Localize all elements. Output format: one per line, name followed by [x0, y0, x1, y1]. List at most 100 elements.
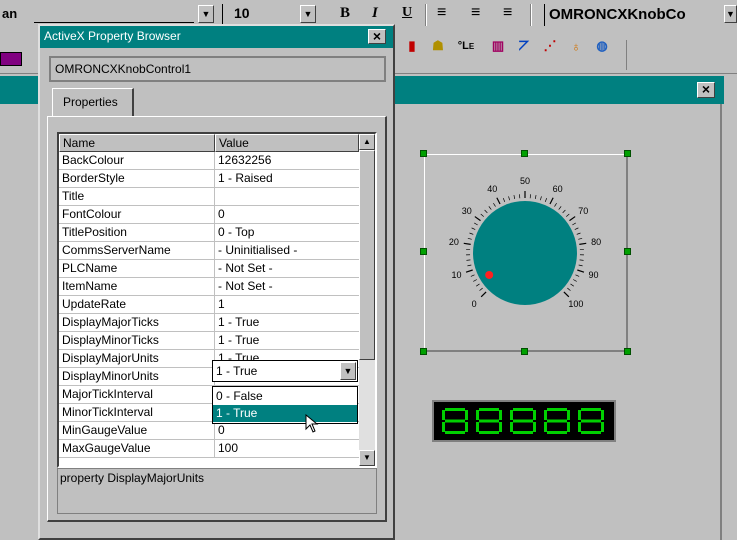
- property-value[interactable]: - Uninitialised -: [215, 242, 359, 260]
- align-right-icon[interactable]: ≡: [503, 4, 512, 22]
- digital-display[interactable]: [432, 400, 616, 442]
- property-row[interactable]: DisplayMajorTicks 1 - True: [59, 314, 359, 332]
- property-value[interactable]: 1 - True: [215, 332, 359, 350]
- value-combobox-dropdown-button[interactable]: ▼: [340, 362, 356, 380]
- selection-handle[interactable]: [624, 150, 631, 157]
- selection-handle[interactable]: [420, 348, 427, 355]
- property-row[interactable]: TitlePosition 0 - Top: [59, 224, 359, 242]
- minor-tick: [544, 198, 548, 202]
- display-segment: [567, 410, 570, 420]
- knob-control[interactable]: 0 10 20 30 40 50 60 70 80 90 100: [424, 154, 628, 352]
- selection-handle[interactable]: [624, 248, 631, 255]
- font-size-dropdown-button[interactable]: ▼: [300, 5, 316, 23]
- property-value[interactable]: 1 - Raised: [215, 170, 359, 188]
- tab-properties[interactable]: Properties: [52, 88, 134, 116]
- selection-handle[interactable]: [624, 348, 631, 355]
- value-combobox[interactable]: 1 - True ▼: [212, 360, 358, 382]
- property-row[interactable]: FontColour 0: [59, 206, 359, 224]
- property-value[interactable]: 1 - True: [215, 314, 359, 332]
- property-row[interactable]: DisplayMinorTicks 1 - True: [59, 332, 359, 350]
- bold-button[interactable]: B: [340, 5, 350, 22]
- property-value[interactable]: - Not Set -: [215, 278, 359, 296]
- display-segment: [442, 422, 445, 432]
- font-name-dropdown-button[interactable]: ▼: [198, 5, 214, 23]
- control-name-dropdown-button[interactable]: ▼: [724, 5, 737, 23]
- display-segment: [581, 419, 601, 423]
- property-row[interactable]: Title: [59, 188, 359, 206]
- line-chart-icon[interactable]: ⦢: [514, 36, 534, 56]
- close-button[interactable]: ×: [368, 29, 386, 44]
- color-swatch[interactable]: [0, 52, 22, 66]
- font-name-underline: [34, 22, 194, 23]
- property-row[interactable]: PLCName - Not Set -: [59, 260, 359, 278]
- people-icon[interactable]: ☗: [428, 36, 448, 56]
- minor-tick: [480, 213, 484, 217]
- knob-indicator: [485, 270, 494, 279]
- dropdown-option-selected[interactable]: 1 - True: [213, 405, 357, 422]
- property-value[interactable]: 1: [215, 296, 359, 314]
- selection-handle[interactable]: [420, 248, 427, 255]
- align-center-icon[interactable]: ≡: [471, 4, 480, 22]
- selection-handle[interactable]: [521, 150, 528, 157]
- minor-tick: [576, 232, 581, 235]
- scroll-down-button[interactable]: ▼: [359, 450, 375, 466]
- property-value[interactable]: 12632256: [215, 152, 359, 170]
- knob-scale-label: 90: [588, 270, 599, 281]
- value-dropdown-list[interactable]: 0 - False 1 - True: [212, 386, 358, 424]
- scroll-thumb[interactable]: [359, 150, 375, 360]
- grid-scrollbar[interactable]: ▲ ▼: [359, 134, 375, 466]
- description-text: property DisplayMajorUnits: [60, 471, 205, 485]
- property-value[interactable]: 0: [215, 206, 359, 224]
- underline-button[interactable]: U: [402, 5, 412, 21]
- alarm-icon[interactable]: ♁: [566, 36, 586, 56]
- control-name-field[interactable]: OMRONCXKnobCo: [544, 4, 724, 26]
- font-size-field[interactable]: 10: [222, 4, 300, 24]
- scroll-up-button[interactable]: ▲: [359, 134, 375, 150]
- align-left-icon[interactable]: ≡: [437, 4, 446, 22]
- knob-scale-label: 40: [487, 183, 498, 194]
- display-segment: [601, 410, 604, 420]
- minor-tick: [573, 279, 577, 282]
- property-value[interactable]: [215, 188, 359, 206]
- selection-handle[interactable]: [420, 150, 427, 157]
- minor-tick: [473, 279, 477, 282]
- property-row[interactable]: BorderStyle 1 - Raised: [59, 170, 359, 188]
- scatter-chart-icon[interactable]: ⋰: [540, 36, 560, 56]
- dropdown-option[interactable]: 0 - False: [213, 388, 357, 405]
- property-value[interactable]: 0 - Top: [215, 224, 359, 242]
- object-name-field[interactable]: OMRONCXKnobControl1: [49, 56, 386, 82]
- design-window-close-button[interactable]: ×: [697, 82, 715, 98]
- value-combobox-text: 1 - True: [216, 364, 258, 378]
- ole-icon[interactable]: °L E: [456, 36, 476, 56]
- property-row[interactable]: ItemName - Not Set -: [59, 278, 359, 296]
- property-row[interactable]: UpdateRate 1: [59, 296, 359, 314]
- font-size-value: 10: [234, 5, 250, 21]
- major-tick: [549, 197, 554, 205]
- font-name-field[interactable]: an: [2, 6, 17, 21]
- knob-dial[interactable]: [473, 201, 577, 305]
- minor-tick: [488, 206, 492, 210]
- knob-scale-label: 0: [471, 298, 477, 309]
- property-row[interactable]: MaxGaugeValue 100: [59, 440, 359, 458]
- property-value[interactable]: 0: [215, 422, 359, 440]
- selection-handle[interactable]: [521, 348, 528, 355]
- property-row[interactable]: CommsServerName - Uninitialised -: [59, 242, 359, 260]
- bar-gauge-icon[interactable]: ▮: [402, 36, 422, 56]
- major-tick: [569, 216, 576, 222]
- property-row[interactable]: BackColour 12632256: [59, 152, 359, 170]
- globe-icon[interactable]: ◍: [592, 36, 612, 56]
- bar-chart-icon[interactable]: ▥: [488, 36, 508, 56]
- property-browser-title: ActiveX Property Browser: [44, 29, 181, 43]
- minor-tick: [567, 287, 571, 291]
- property-value[interactable]: 100: [215, 440, 359, 458]
- italic-button[interactable]: I: [372, 5, 378, 22]
- minor-tick: [502, 198, 506, 202]
- minor-tick: [476, 283, 480, 287]
- digital-display-svg: [442, 408, 604, 434]
- minor-tick: [469, 232, 474, 235]
- display-segment: [513, 408, 533, 411]
- property-value[interactable]: - Not Set -: [215, 260, 359, 278]
- display-segment: [479, 419, 499, 423]
- minor-tick: [540, 196, 542, 201]
- minor-tick: [493, 202, 496, 207]
